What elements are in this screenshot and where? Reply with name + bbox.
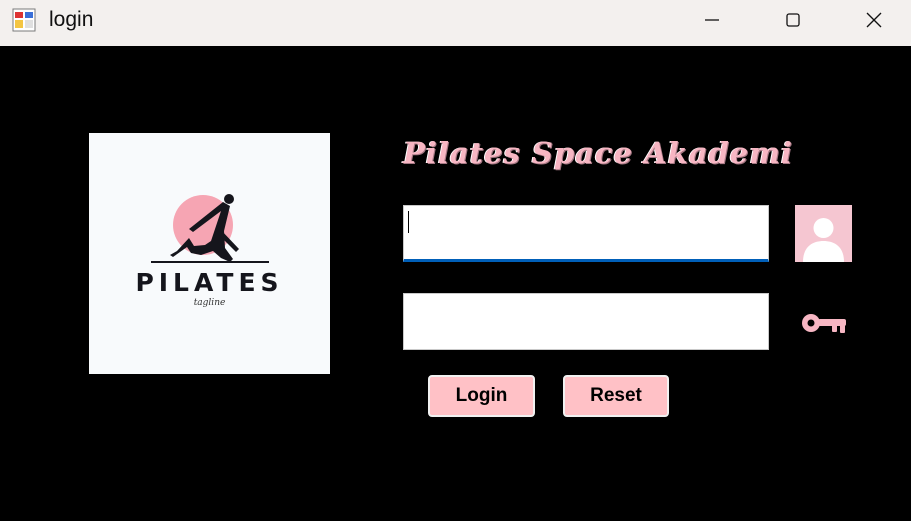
username-input[interactable] (403, 205, 769, 262)
title-bar: login (0, 0, 911, 46)
logo-tagline: tagline (193, 298, 226, 308)
maximize-icon (786, 13, 800, 27)
logo-wordmark: PILATES (135, 268, 284, 297)
minimize-icon (705, 19, 719, 21)
app-icon (12, 8, 36, 32)
text-caret (408, 211, 409, 233)
yoga-pose-icon (151, 194, 269, 263)
login-button[interactable]: Login (428, 375, 535, 417)
reset-button[interactable]: Reset (563, 375, 669, 417)
close-button[interactable] (834, 0, 911, 40)
key-icon (802, 314, 846, 333)
window-title: login (49, 8, 94, 31)
app-heading: Pilates Space Akademi (403, 136, 793, 170)
user-avatar-icon (795, 205, 852, 262)
maximize-button[interactable] (753, 0, 833, 40)
close-icon (866, 12, 882, 28)
pilates-logo: PILATES tagline (89, 133, 330, 374)
minimize-button[interactable] (672, 0, 752, 40)
password-input[interactable] (403, 293, 769, 350)
